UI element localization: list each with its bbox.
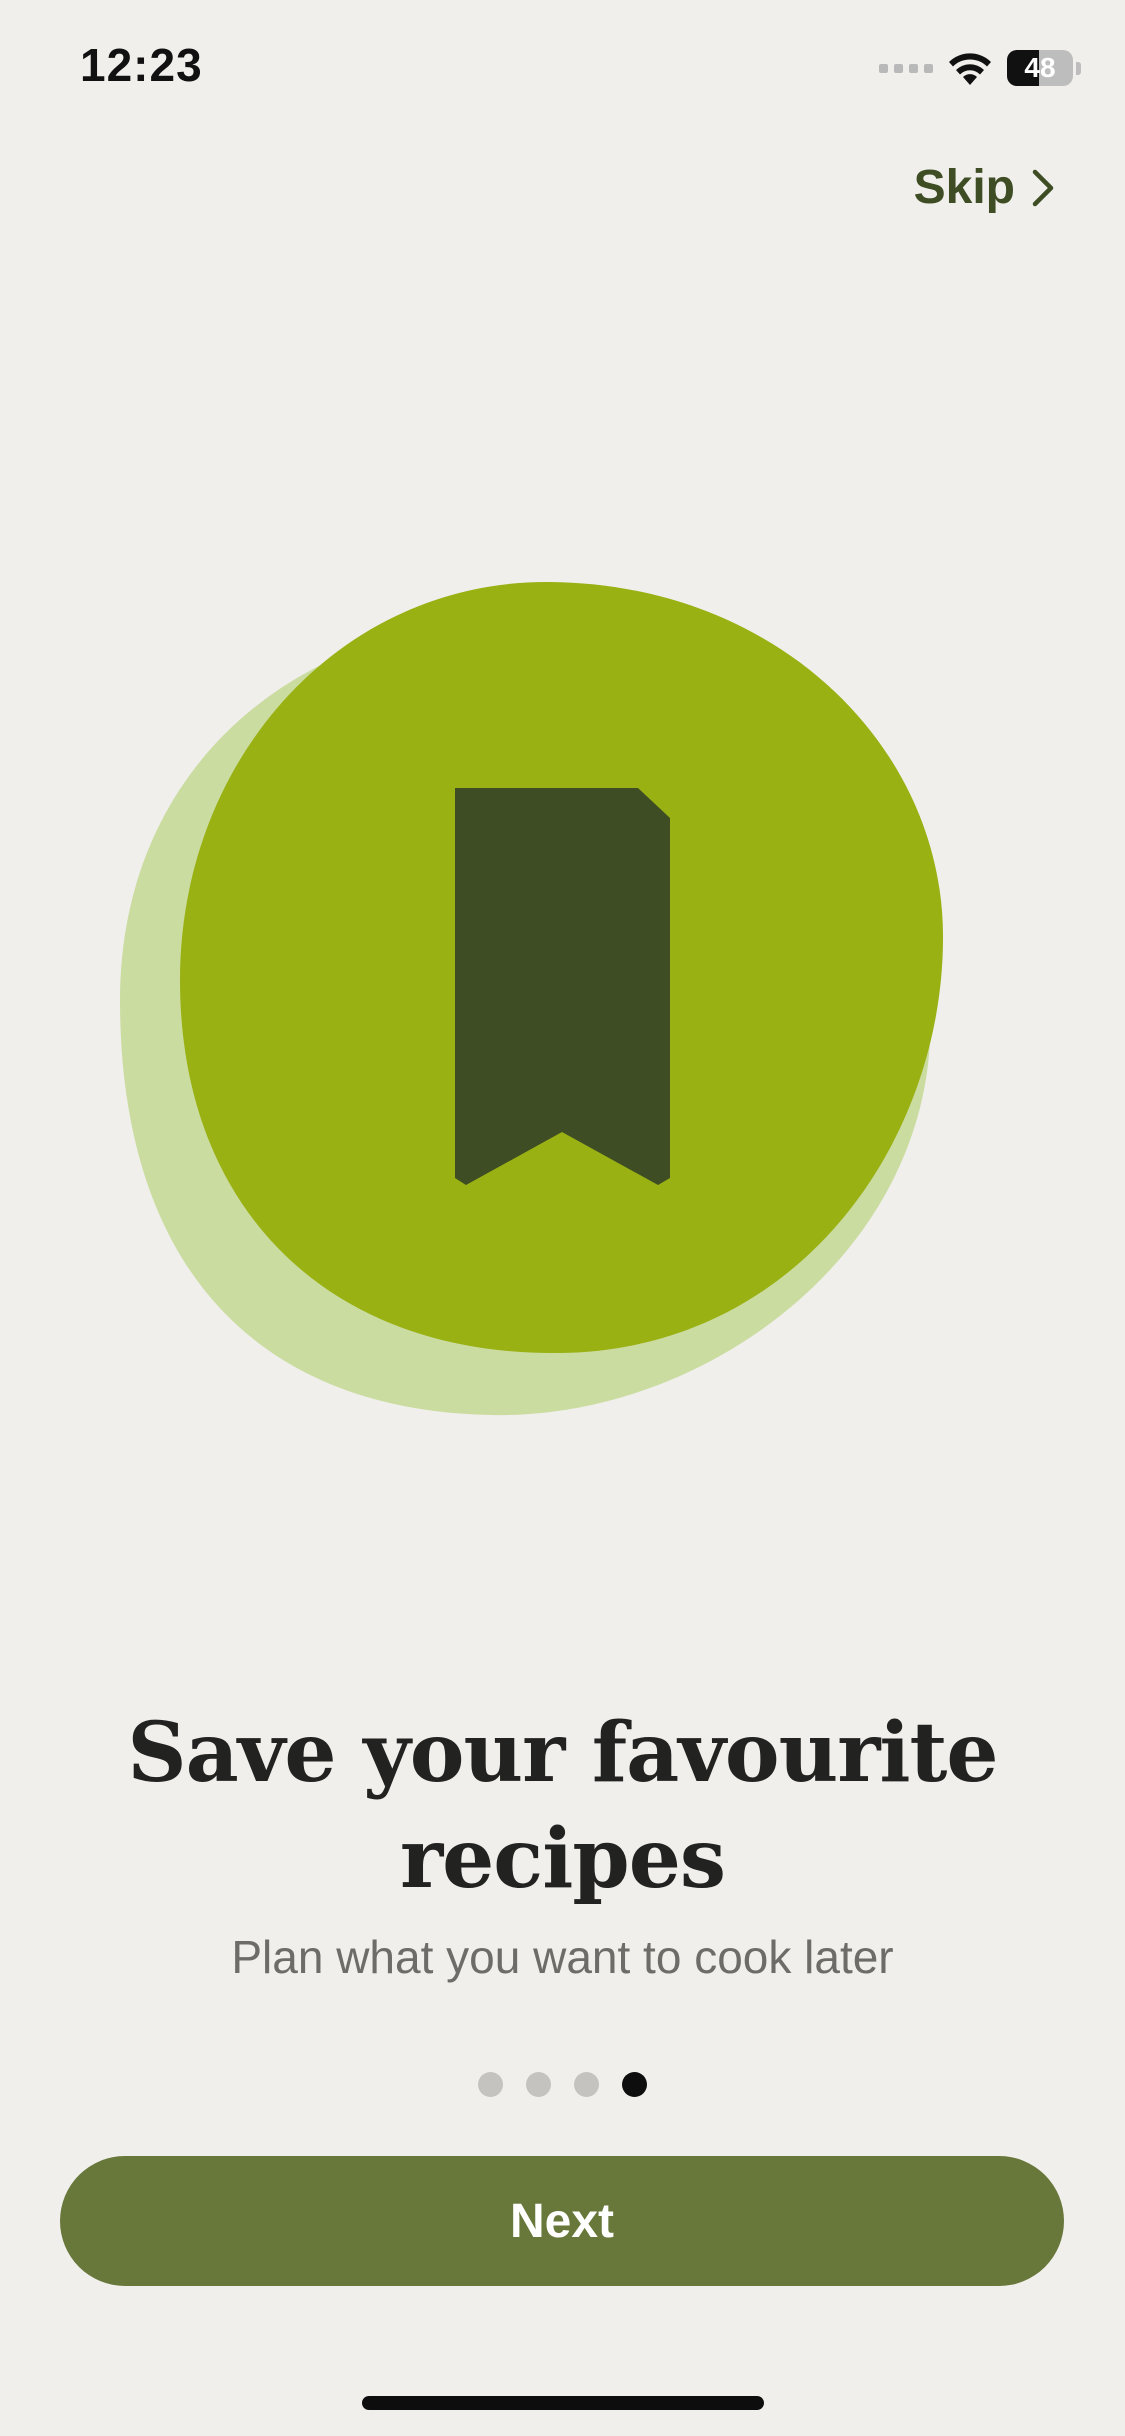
bookmark-icon (455, 788, 670, 1185)
status-time: 12:23 (80, 39, 203, 91)
skip-button[interactable]: Skip (914, 160, 1055, 215)
status-icons: 48 (879, 48, 1081, 88)
home-indicator[interactable] (362, 2396, 764, 2410)
onboarding-title-line-1: Save your favourite (127, 1705, 998, 1801)
onboarding-subtitle: Plan what you want to cook later (231, 1931, 894, 1983)
page-dot-4[interactable] (622, 2072, 647, 2097)
battery-level: 48 (1024, 52, 1056, 83)
page-dot-1[interactable] (478, 2072, 503, 2097)
status-bar: 12:23 48 (0, 0, 1125, 140)
next-button[interactable]: Next (60, 2156, 1064, 2286)
wifi-icon (949, 53, 991, 85)
battery-cap (1076, 61, 1081, 75)
page-dot-3[interactable] (574, 2072, 599, 2097)
onboarding-title: Save your favourite recipes (0, 1700, 1125, 1912)
page-indicator (0, 2072, 1125, 2097)
battery-icon: 48 (1007, 50, 1073, 86)
cellular-signal-icon (879, 63, 933, 73)
onboarding-title-line-2: recipes (399, 1811, 726, 1907)
next-label: Next (509, 2194, 615, 2248)
page-dot-2[interactable] (526, 2072, 551, 2097)
bookmark-illustration (120, 581, 944, 1416)
skip-label: Skip (913, 161, 1015, 214)
chevron-right-icon (1032, 169, 1054, 206)
